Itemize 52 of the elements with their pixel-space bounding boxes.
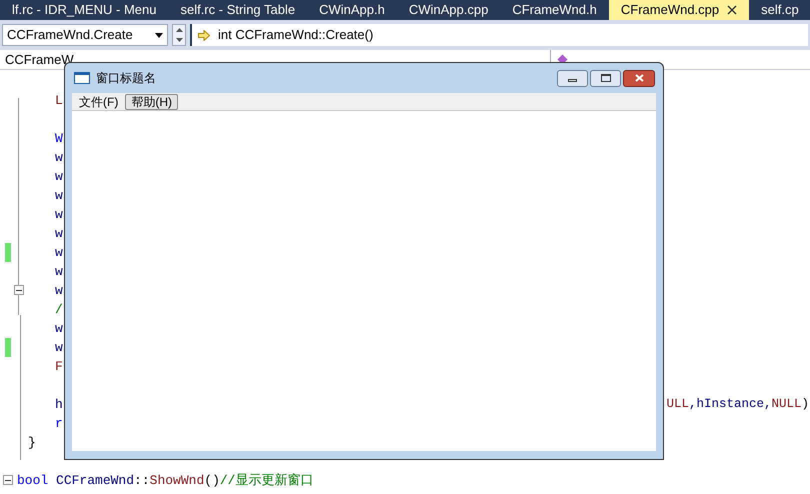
file-tab[interactable]: CWinApp.cpp — [396, 0, 500, 20]
code-text: w — [55, 207, 63, 222]
code-text: r — [55, 416, 63, 431]
code-text: NULL — [771, 397, 802, 411]
code-text: w — [55, 264, 63, 279]
maximize-button[interactable] — [590, 70, 621, 86]
menu-item[interactable]: 帮助(H) — [125, 94, 178, 110]
code-text: w — [55, 226, 63, 241]
dropdown-arrow-icon — [155, 32, 163, 38]
code-text: w — [55, 169, 63, 184]
code-text: L — [55, 93, 63, 108]
arrow-icon — [198, 30, 210, 40]
code-text: } — [28, 435, 36, 450]
file-tab[interactable]: self.cp — [749, 0, 810, 20]
spin-buttons[interactable] — [172, 24, 186, 46]
code-text: w — [55, 340, 63, 355]
code-text: w — [55, 188, 63, 203]
collapse-icon[interactable] — [3, 475, 13, 485]
code-text: F — [55, 359, 63, 374]
minimize-button[interactable] — [557, 70, 588, 86]
collapse-icon[interactable] — [14, 285, 24, 295]
code-text: :: — [134, 473, 150, 488]
code-text: ,hInstance, — [688, 397, 772, 411]
file-tab[interactable]: CWinApp.h — [307, 0, 397, 20]
code-text: w — [55, 321, 63, 336]
code-text: //显示更新窗口 — [220, 473, 314, 488]
code-text: CCFrameWnd — [55, 473, 134, 488]
close-button[interactable] — [623, 70, 655, 86]
code-text: ) — [801, 397, 809, 411]
window-icon — [74, 72, 90, 84]
code-text: () — [204, 473, 220, 488]
code-text: ShowWnd — [150, 473, 204, 488]
close-icon — [634, 74, 644, 82]
file-tab[interactable]: CFrameWnd.cpp — [608, 0, 750, 20]
code-text: w — [55, 150, 63, 165]
code-text: w — [55, 245, 63, 260]
function-field[interactable]: int CCFrameWnd::Create() — [190, 24, 808, 46]
code-text: ULL — [666, 397, 689, 411]
file-tab[interactable]: lf.rc - IDR_MENU - Menu — [0, 0, 168, 20]
code-text: / — [55, 302, 63, 317]
file-tab[interactable]: self.rc - String Table — [168, 0, 308, 20]
code-text: h — [55, 397, 63, 412]
close-icon[interactable] — [727, 5, 738, 15]
window-title: 窗口标题名 — [96, 70, 156, 87]
code-text: W — [55, 131, 63, 146]
scope-dropdown[interactable]: CCFrameWnd.Create — [2, 24, 168, 46]
down-arrow-icon — [176, 38, 182, 42]
file-tab[interactable]: CFrameWnd.h — [500, 0, 609, 20]
code-text: bool — [17, 473, 48, 488]
up-arrow-icon — [176, 28, 182, 32]
menu-item[interactable]: 文件(F) — [73, 94, 124, 110]
code-text: w — [55, 283, 63, 298]
